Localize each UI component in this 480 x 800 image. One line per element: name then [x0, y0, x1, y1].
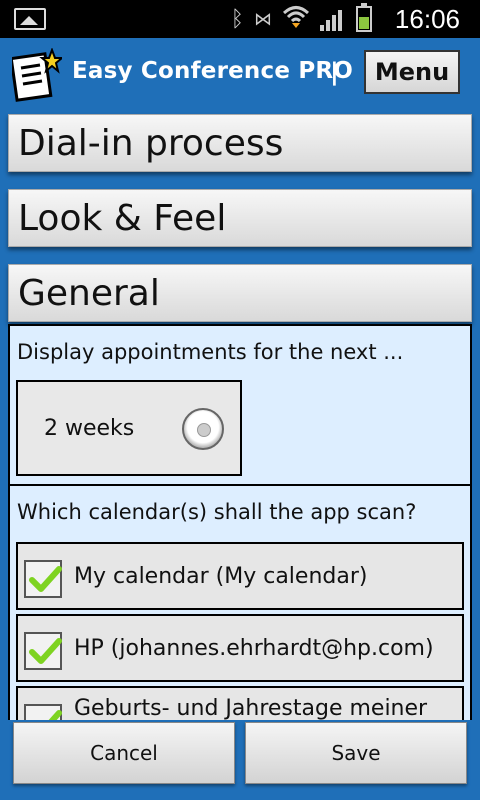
title-divider: | [330, 58, 339, 86]
status-clock: 16:06 [394, 4, 460, 34]
appointments-label: Display appointments for the next ... [17, 340, 404, 364]
calendars-label: Which calendar(s) shall the app scan? [17, 500, 417, 524]
status-bar: ᛒ ⋈ 16:06 [0, 0, 480, 38]
bottom-button-bar: Cancel Save [0, 720, 480, 800]
calendar-item[interactable]: HP (johannes.ehrhardt@hp.com) [16, 614, 464, 682]
radio-button[interactable] [182, 408, 224, 450]
calendar-item-label: My calendar (My calendar) [74, 564, 368, 589]
battery-icon [356, 3, 372, 32]
menu-button[interactable]: Menu [364, 50, 460, 94]
save-button[interactable]: Save [245, 722, 467, 784]
calendar-selection-group: Which calendar(s) shall the app scan? My… [8, 484, 472, 720]
app-title: Easy Conference PRO [72, 58, 354, 84]
cancel-button[interactable]: Cancel [13, 722, 235, 784]
calendar-item-label: HP (johannes.ehrhardt@hp.com) [74, 636, 434, 661]
calendar-item-label: Geburts- und Jahrestage meiner [74, 696, 428, 720]
checkbox-checked-icon[interactable] [24, 632, 62, 670]
bluetooth-icon: ᛒ [230, 6, 244, 32]
signal-icon [320, 7, 346, 31]
calendar-item[interactable]: Geburts- und Jahrestage meiner [16, 686, 464, 720]
appointments-range-group: Display appointments for the next ... 2 … [8, 324, 472, 486]
checkbox-checked-icon[interactable] [24, 704, 62, 720]
section-dial-in-process[interactable]: Dial-in process [8, 114, 472, 172]
section-look-and-feel[interactable]: Look & Feel [8, 189, 472, 247]
wifi-icon [282, 4, 310, 34]
image-icon [14, 8, 46, 30]
checkbox-checked-icon[interactable] [24, 560, 62, 598]
calendar-item[interactable]: My calendar (My calendar) [16, 542, 464, 610]
general-panel: Display appointments for the next ... 2 … [8, 324, 472, 720]
vibrate-icon: ⋈ [254, 8, 272, 30]
appointments-range-option[interactable]: 2 weeks [16, 380, 242, 476]
app-header: Easy Conference PRO | Menu [0, 38, 480, 110]
app-logo-icon [12, 48, 62, 102]
section-general[interactable]: General [8, 264, 472, 322]
appointments-range-value: 2 weeks [44, 416, 135, 441]
